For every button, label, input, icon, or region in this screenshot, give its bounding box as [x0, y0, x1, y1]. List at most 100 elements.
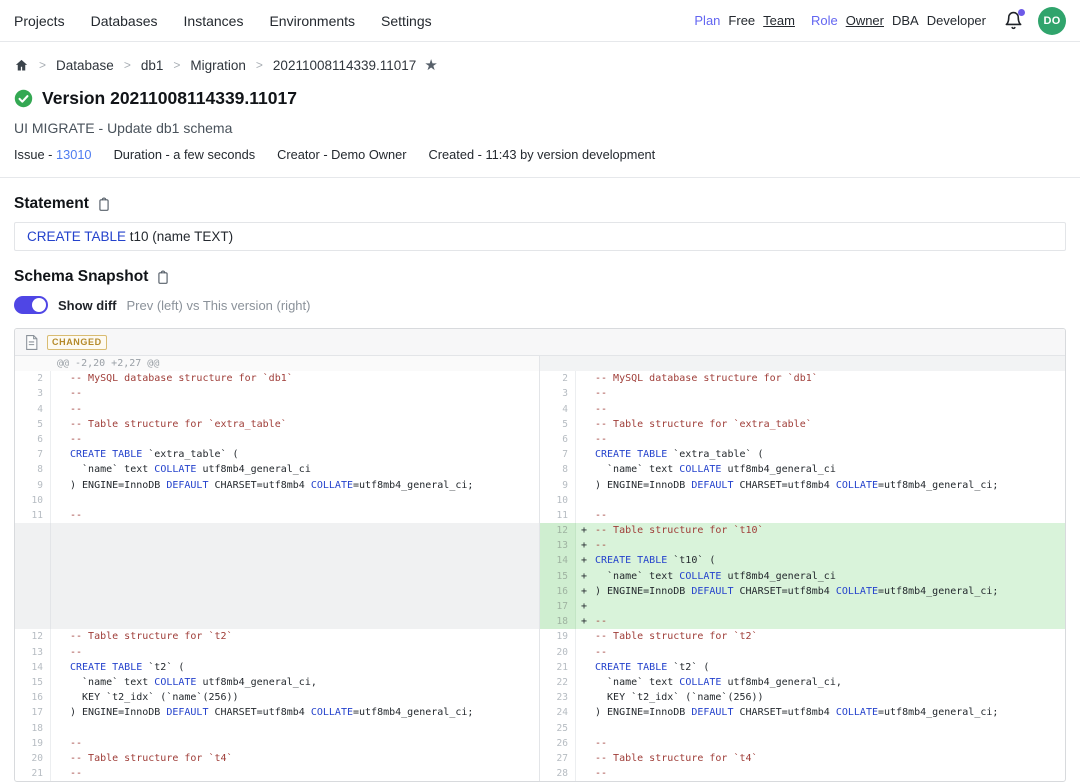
- added-line-marker: +: [581, 584, 587, 599]
- code-line: [51, 721, 539, 736]
- diff-row: 6--: [540, 432, 1065, 447]
- sql-keyword: COLLATE: [836, 707, 878, 718]
- breadcrumb: >Database>db1>Migration>20211008114339.1…: [14, 42, 1066, 78]
- sql-text: `t2` (: [142, 662, 184, 673]
- code-line: ) ENGINE=InnoDB DEFAULT CHARSET=utf8mb4 …: [576, 478, 1065, 493]
- sql-comment: --: [595, 404, 607, 415]
- line-number: 2: [15, 371, 51, 386]
- breadcrumb-separator: >: [173, 58, 180, 72]
- code-line: CREATE TABLE `t2` (: [51, 660, 539, 675]
- sql-comment: --: [595, 434, 607, 445]
- line-number: 11: [15, 508, 51, 523]
- sql-comment: -- MySQL database structure for `db1`: [595, 373, 818, 384]
- code-line: KEY `t2_idx` (`name`(256)): [576, 690, 1065, 705]
- statement-sql: CREATE TABLE t10 (name TEXT): [14, 222, 1066, 251]
- line-number: 22: [540, 675, 576, 690]
- sql-text: =utf8mb4_general_ci;: [353, 707, 473, 718]
- code-line: CREATE TABLE `t2` (: [576, 660, 1065, 675]
- sql-text: `t10` (: [667, 555, 715, 566]
- diff-left-column: @@ -2,20 +2,27 @@2 -- MySQL database stru…: [15, 356, 540, 781]
- line-number: 3: [540, 386, 576, 401]
- code-line: [576, 721, 1065, 736]
- star-icon[interactable]: ★: [424, 56, 437, 74]
- line-number: 6: [15, 432, 51, 447]
- hunk-header-row: @@ -2,20 +2,27 @@: [15, 356, 539, 371]
- breadcrumb-separator: >: [124, 58, 131, 72]
- code-line: -- Table structure for `t2`: [51, 629, 539, 644]
- main-nav-items: Projects Databases Instances Environments Se…: [14, 13, 432, 29]
- sql-text: CHARSET=utf8mb4: [733, 707, 835, 718]
- sql-keyword: DEFAULT: [166, 707, 208, 718]
- breadcrumb-item-migration[interactable]: Migration: [190, 58, 246, 73]
- issue-link[interactable]: 13010: [56, 147, 92, 162]
- breadcrumb-item-db1[interactable]: db1: [141, 58, 164, 73]
- page-content: >Database>db1>Migration>20211008114339.1…: [0, 42, 1080, 782]
- diff-row: 13+--: [540, 538, 1065, 553]
- sql-comment: -- MySQL database structure for `db1`: [70, 373, 293, 384]
- line-number: 3: [15, 386, 51, 401]
- line-number: 5: [15, 417, 51, 432]
- diff-file-header: CHANGED: [15, 329, 1065, 356]
- diff-gap-row: [15, 553, 539, 568]
- nav-item-settings[interactable]: Settings: [381, 13, 432, 29]
- line-number: 14: [15, 660, 51, 675]
- line-number: 5: [540, 417, 576, 432]
- plan-label: Plan: [694, 13, 720, 28]
- sql-text: CHARSET=utf8mb4: [208, 480, 310, 491]
- nav-item-environments[interactable]: Environments: [269, 13, 355, 29]
- role-owner-link[interactable]: Owner: [846, 13, 884, 28]
- sql-text: `name` text: [70, 677, 154, 688]
- diff-row: 20--: [540, 645, 1065, 660]
- code-line: [576, 493, 1065, 508]
- breadcrumb-item-database[interactable]: Database: [56, 58, 114, 73]
- plan-team-link[interactable]: Team: [763, 13, 795, 28]
- added-line-marker: +: [581, 614, 587, 629]
- home-icon[interactable]: [14, 58, 29, 73]
- sql-comment: --: [595, 510, 607, 521]
- diff-row: 24) ENGINE=InnoDB DEFAULT CHARSET=utf8mb…: [540, 705, 1065, 720]
- code-line: +) ENGINE=InnoDB DEFAULT CHARSET=utf8mb4…: [576, 584, 1065, 599]
- diff-row: 19-- Table structure for `t2`: [540, 629, 1065, 644]
- sql-keyword: DEFAULT: [166, 480, 208, 491]
- nav-item-projects[interactable]: Projects: [14, 13, 65, 29]
- user-avatar[interactable]: DO: [1038, 7, 1066, 35]
- line-number: 7: [540, 447, 576, 462]
- snapshot-heading-row: Schema Snapshot: [14, 268, 1066, 286]
- sql-text: =utf8mb4_general_ci;: [353, 480, 473, 491]
- code-line: -- MySQL database structure for `db1`: [576, 371, 1065, 386]
- diff-row: 18: [15, 721, 539, 736]
- diff-row: 9) ENGINE=InnoDB DEFAULT CHARSET=utf8mb4…: [15, 478, 539, 493]
- diff-row: 2 -- MySQL database structure for `db1`: [540, 371, 1065, 386]
- line-number: [15, 553, 51, 568]
- sql-text: `name` text: [70, 464, 154, 475]
- added-line-marker: +: [581, 599, 587, 614]
- line-number: 18: [540, 614, 576, 629]
- notifications-bell-icon[interactable]: [1004, 11, 1024, 31]
- hunk-header: @@ -2,20 +2,27 @@: [15, 356, 539, 371]
- line-number: [15, 614, 51, 629]
- line-number: 2: [540, 371, 576, 386]
- nav-item-databases[interactable]: Databases: [91, 13, 158, 29]
- sql-text: CHARSET=utf8mb4: [733, 586, 835, 597]
- line-number: 20: [15, 751, 51, 766]
- hunk-placeholder: [540, 356, 1065, 371]
- page-title: Version 20211008114339.11017: [42, 88, 297, 109]
- sql-comment: --: [70, 647, 82, 658]
- sql-comment: --: [70, 768, 82, 779]
- sql-comment: --: [595, 616, 607, 627]
- sql-text: utf8mb4_general_ci,: [196, 677, 316, 688]
- plan-role-group: PlanFreeTeamRoleOwnerDBADeveloper: [694, 13, 986, 28]
- copy-snapshot-icon[interactable]: [156, 270, 170, 285]
- show-diff-toggle[interactable]: [14, 296, 48, 314]
- diff-row: 14+CREATE TABLE `t10` (: [540, 553, 1065, 568]
- breadcrumb-separator: >: [39, 58, 46, 72]
- line-number: 16: [15, 690, 51, 705]
- nav-item-instances[interactable]: Instances: [184, 13, 244, 29]
- copy-statement-icon[interactable]: [97, 197, 111, 212]
- code-line: --: [51, 736, 539, 751]
- role-label: Role: [811, 13, 838, 28]
- code-line: --: [576, 645, 1065, 660]
- code-line: [51, 538, 539, 553]
- line-number: 10: [15, 493, 51, 508]
- sql-text: `t2` (: [667, 662, 709, 673]
